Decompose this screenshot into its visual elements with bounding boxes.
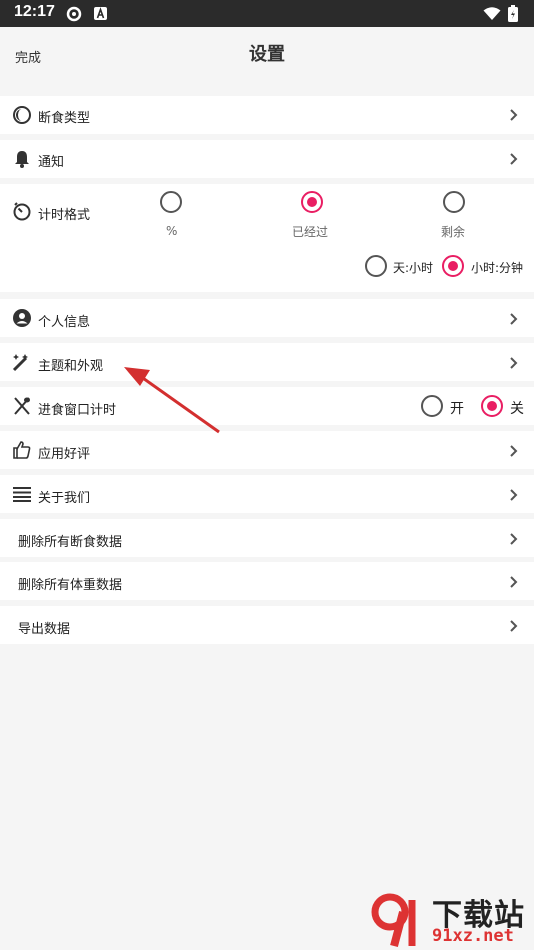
row-label: 计时格式: [38, 208, 91, 223]
chevron-right-icon: [510, 489, 518, 501]
row-label: 断食类型: [38, 111, 91, 126]
chevron-right-icon: [510, 445, 518, 457]
row-delete-fasting-data[interactable]: 删除所有断食数据: [0, 519, 534, 557]
page-title: 设置: [249, 44, 285, 65]
chevron-right-icon: [510, 533, 518, 545]
row-label: 应用好评: [38, 447, 91, 462]
row-about[interactable]: 关于我们: [0, 475, 534, 513]
row-eating-timer: 进食窗口计时 开 关: [0, 387, 534, 425]
chevron-right-icon: [510, 109, 518, 121]
timer-icon: [13, 202, 31, 221]
bell-icon: [15, 151, 29, 168]
radio-eating-on-label: 开: [450, 401, 464, 417]
account-circle-icon: [13, 309, 31, 327]
row-label: 删除所有体重数据: [18, 578, 123, 593]
watermark-url: 91xz.net: [432, 926, 514, 946]
fork-spoon-icon: [14, 397, 30, 415]
status-time: 12:17: [14, 3, 55, 20]
chevron-right-icon: [510, 153, 518, 165]
status-bar: 12:17: [0, 0, 534, 27]
sync-icon: [66, 6, 82, 22]
row-rate-app[interactable]: 应用好评: [0, 431, 534, 469]
row-personal-info[interactable]: 个人信息: [0, 299, 534, 337]
row-export-data[interactable]: 导出数据: [0, 606, 534, 644]
row-label: 通知: [38, 155, 65, 170]
watermark: 下载站 91xz.net: [370, 890, 534, 950]
radio-percent[interactable]: [160, 191, 182, 213]
row-timer-format: 计时格式 % 已经过 剩余 天:小时 小时:分钟: [0, 184, 534, 292]
row-label: 个人信息: [38, 315, 91, 330]
watermark-logo-icon: [371, 893, 416, 948]
radio-remaining-label: 剩余: [441, 225, 466, 239]
radio-day-hour[interactable]: [365, 255, 387, 277]
radio-remaining[interactable]: [443, 191, 465, 213]
moon-clock-icon: [13, 106, 31, 124]
wifi-icon: [483, 7, 501, 20]
header: 完成 设置: [0, 27, 534, 82]
radio-eating-off-label: 关: [510, 401, 524, 417]
row-fasting-type[interactable]: 断食类型: [0, 96, 534, 134]
battery-icon: [508, 5, 518, 22]
row-theme[interactable]: 主题和外观: [0, 343, 534, 381]
magic-wand-icon: [12, 354, 28, 372]
radio-eating-off[interactable]: [481, 395, 503, 417]
radio-percent-label: %: [166, 224, 178, 238]
chevron-right-icon: [510, 620, 518, 632]
list-lines-icon: [13, 487, 31, 502]
app-a-icon: [94, 7, 107, 20]
row-label: 删除所有断食数据: [18, 535, 123, 550]
radio-day-hour-label: 天:小时: [393, 261, 434, 275]
thumbs-up-icon: [13, 441, 31, 459]
radio-hour-minute[interactable]: [442, 255, 464, 277]
row-label: 进食窗口计时: [38, 403, 117, 418]
radio-elapsed-label: 已经过: [292, 225, 329, 239]
radio-elapsed[interactable]: [301, 191, 323, 213]
row-notify[interactable]: 通知: [0, 140, 534, 178]
chevron-right-icon: [510, 357, 518, 369]
chevron-right-icon: [510, 313, 518, 325]
row-label: 导出数据: [18, 622, 71, 637]
row-label: 关于我们: [38, 491, 91, 506]
radio-eating-on[interactable]: [421, 395, 443, 417]
row-delete-weight-data[interactable]: 删除所有体重数据: [0, 562, 534, 600]
radio-hour-minute-label: 小时:分钟: [471, 261, 524, 275]
chevron-right-icon: [510, 576, 518, 588]
row-label: 主题和外观: [38, 359, 104, 374]
